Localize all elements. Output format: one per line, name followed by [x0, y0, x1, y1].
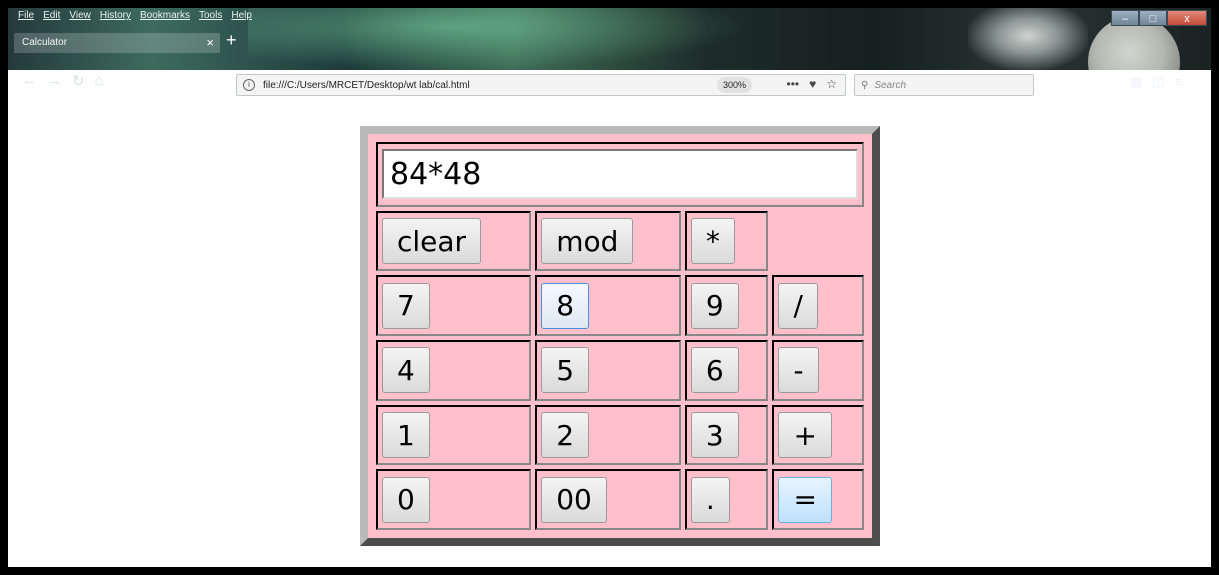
- cell-clear: clear: [376, 210, 532, 272]
- digit-5-button[interactable]: 5: [541, 347, 590, 394]
- menu-tools[interactable]: Tools: [199, 10, 222, 28]
- theme-wolf-decoration: [968, 8, 1088, 70]
- cell-5: 5: [535, 340, 681, 401]
- new-tab-button[interactable]: +: [226, 30, 237, 51]
- menu-help[interactable]: Help: [231, 10, 252, 28]
- cell-plus: +: [772, 404, 864, 466]
- bookmark-star-icon[interactable]: ☆: [826, 77, 837, 91]
- calculator-grid: clear mod * 7 8 9 / 4 5 6 - 1 2 3 +: [372, 138, 868, 534]
- zoom-indicator[interactable]: 300%: [717, 77, 753, 93]
- navigation-buttons: ← → ↻ ⌂: [22, 72, 104, 90]
- cell-minus: -: [772, 340, 864, 401]
- digit-9-button[interactable]: 9: [690, 282, 739, 329]
- menu-file[interactable]: File: [18, 10, 34, 28]
- tab-title: Calculator: [22, 37, 68, 48]
- home-icon[interactable]: ⌂: [95, 72, 104, 90]
- forward-icon[interactable]: →: [47, 72, 62, 90]
- equals-button[interactable]: =: [778, 476, 832, 523]
- url-bar[interactable]: i file:///C:/Users/MRCET/Desktop/wt lab/…: [236, 74, 846, 96]
- digit-1-button[interactable]: 1: [382, 412, 430, 458]
- tab-close-icon[interactable]: ×: [206, 35, 214, 50]
- digit-4-button[interactable]: 4: [382, 347, 430, 394]
- digit-0-button[interactable]: 0: [382, 476, 430, 523]
- digit-7-button[interactable]: 7: [382, 282, 430, 329]
- menu-history[interactable]: History: [100, 10, 131, 28]
- window-controls: – □ x: [1111, 10, 1207, 26]
- pocket-icon[interactable]: ♥: [809, 77, 816, 91]
- minus-button[interactable]: -: [778, 347, 819, 394]
- search-icon: ⚲: [861, 79, 869, 91]
- browser-titlebar: File Edit View History Bookmarks Tools H…: [8, 8, 1211, 70]
- cell-7: 7: [376, 275, 532, 337]
- menu-bar: File Edit View History Bookmarks Tools H…: [18, 10, 252, 28]
- url-text[interactable]: file:///C:/Users/MRCET/Desktop/wt lab/ca…: [263, 80, 470, 91]
- calculator: clear mod * 7 8 9 / 4 5 6 - 1 2 3 +: [360, 126, 880, 546]
- plus-button[interactable]: +: [778, 412, 832, 458]
- cell-9: 9: [684, 275, 769, 337]
- back-icon[interactable]: ←: [22, 72, 37, 90]
- site-info-icon[interactable]: i: [243, 79, 255, 91]
- theme-aurora-decoration: [248, 8, 748, 70]
- cell-00: 00: [535, 469, 681, 530]
- toolbar-right: ▥ ◫ ≡: [1130, 74, 1182, 90]
- cell-1: 1: [376, 404, 532, 466]
- menu-bookmarks[interactable]: Bookmarks: [140, 10, 190, 28]
- search-bar[interactable]: ⚲ Search: [854, 74, 1034, 96]
- digit-8-button[interactable]: 8: [541, 282, 590, 329]
- cell-equals: =: [772, 469, 864, 530]
- browser-window: File Edit View History Bookmarks Tools H…: [0, 0, 1219, 575]
- menu-edit[interactable]: Edit: [43, 10, 60, 28]
- page-actions: ••• ♥ ☆: [787, 77, 838, 91]
- calculator-display[interactable]: [382, 149, 858, 200]
- divide-button[interactable]: /: [778, 282, 818, 329]
- menu-view[interactable]: View: [69, 10, 91, 28]
- mod-button[interactable]: mod: [541, 218, 634, 265]
- sidebar-icon[interactable]: ◫: [1152, 74, 1164, 90]
- double-zero-button[interactable]: 00: [541, 476, 607, 523]
- reload-icon[interactable]: ↻: [72, 72, 85, 90]
- library-icon[interactable]: ▥: [1130, 74, 1142, 90]
- cell-0: 0: [376, 469, 532, 530]
- minimize-button[interactable]: –: [1111, 10, 1139, 26]
- decimal-point-button[interactable]: .: [690, 476, 730, 523]
- empty-cell: [772, 210, 864, 272]
- cell-3: 3: [684, 404, 769, 466]
- cell-8: 8: [535, 275, 681, 337]
- hamburger-menu-icon[interactable]: ≡: [1175, 74, 1183, 90]
- clear-button[interactable]: clear: [382, 218, 482, 265]
- cell-multiply: *: [684, 210, 769, 272]
- digit-2-button[interactable]: 2: [541, 412, 590, 458]
- cell-mod: mod: [535, 210, 681, 272]
- multiply-button[interactable]: *: [690, 218, 735, 265]
- display-cell: [376, 142, 864, 207]
- cell-divide: /: [772, 275, 864, 337]
- maximize-button[interactable]: □: [1139, 10, 1167, 26]
- close-window-button[interactable]: x: [1167, 10, 1207, 26]
- cell-2: 2: [535, 404, 681, 466]
- tab-calculator[interactable]: Calculator ×: [14, 33, 220, 53]
- search-placeholder: Search: [874, 79, 907, 91]
- more-actions-icon[interactable]: •••: [787, 77, 800, 91]
- digit-3-button[interactable]: 3: [690, 412, 739, 458]
- digit-6-button[interactable]: 6: [690, 347, 739, 394]
- cell-4: 4: [376, 340, 532, 401]
- cell-dot: .: [684, 469, 769, 530]
- cell-6: 6: [684, 340, 769, 401]
